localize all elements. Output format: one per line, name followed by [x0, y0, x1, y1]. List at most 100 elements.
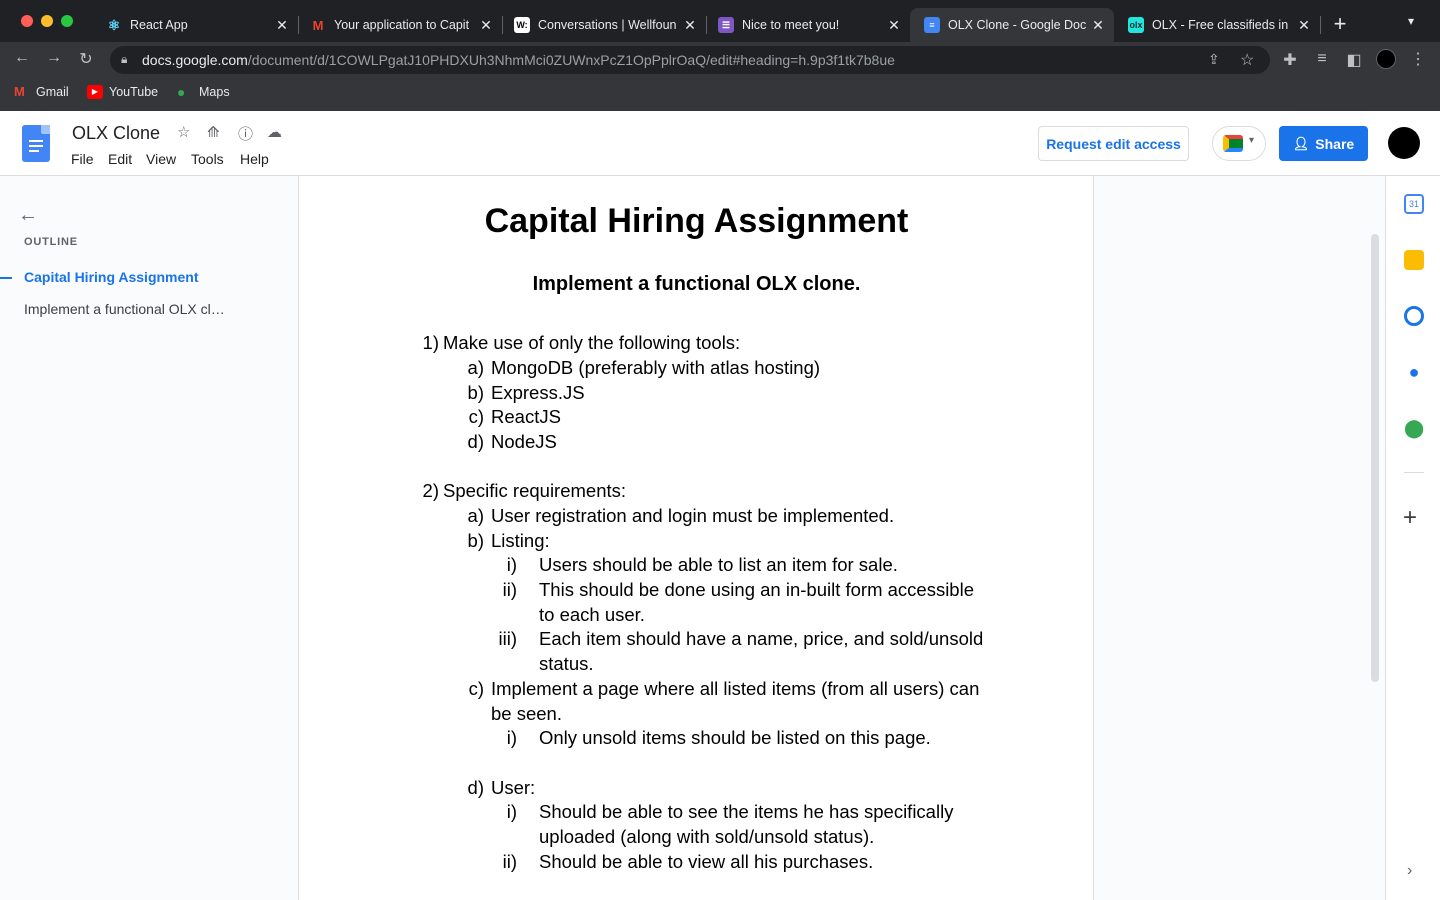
maximize-window-button[interactable] [61, 15, 73, 27]
close-window-button[interactable] [21, 15, 33, 27]
back-arrow-icon[interactable]: ← [18, 204, 38, 227]
cloud-status-icon[interactable]: ☁ [267, 123, 282, 141]
keep-icon[interactable] [1404, 250, 1424, 270]
list-item-text: uploaded (along with sold/unsold status)… [539, 826, 875, 847]
list-marker: 1) [422, 332, 439, 353]
media-control-icon[interactable]: ≡ [1310, 50, 1334, 68]
maps-icon[interactable]: ⬤ [1404, 418, 1424, 438]
document-title[interactable]: OLX Clone [72, 123, 160, 144]
url-text: docs.google.com/document/d/1COWLPgatJ10P… [142, 52, 895, 68]
account-avatar[interactable] [1388, 127, 1420, 159]
list-marker: c) [468, 406, 484, 427]
docs-header: OLX Clone ☆ ⟰ ⓘ ☁ File Edit View Tools H… [0, 111, 1440, 176]
list-item-text: Each item should have a name, price, and… [539, 628, 984, 649]
list-item-text: ReactJS [491, 406, 561, 427]
tab-react-app[interactable]: ⚛ React App ✕ [92, 8, 298, 42]
request-edit-access-button[interactable]: Request edit access [1038, 126, 1189, 161]
list-marker: i) [506, 554, 517, 575]
outline-item-heading-1[interactable]: Capital Hiring Assignment [24, 269, 199, 285]
star-icon[interactable]: ☆ [177, 123, 190, 141]
back-icon[interactable]: ← [10, 49, 34, 67]
document-page[interactable]: Capital Hiring Assignment Implement a fu… [299, 176, 1094, 900]
contacts-icon[interactable]: ● [1404, 362, 1424, 382]
chevron-right-icon[interactable]: › [1407, 862, 1412, 880]
list-marker: a) [467, 357, 484, 378]
bookmark-maps[interactable]: ● Maps [177, 85, 230, 99]
menu-tools[interactable]: Tools [191, 151, 224, 167]
info-icon[interactable]: ⓘ [238, 123, 253, 144]
forward-icon[interactable]: → [42, 49, 66, 67]
menu-edit[interactable]: Edit [108, 151, 132, 167]
list-marker: d) [467, 431, 484, 452]
tab-wellfound[interactable]: W: Conversations | Wellfoun ✕ [500, 8, 706, 42]
bookmark-youtube[interactable]: ▶ YouTube [87, 85, 158, 99]
list-item-text: Only unsold items should be listed on th… [539, 727, 931, 748]
docs-logo-icon[interactable] [22, 125, 50, 162]
list-item-text: Make use of only the following tools: [443, 332, 741, 353]
close-tab-icon[interactable]: ✕ [884, 17, 904, 34]
tab-nice-to-meet-you[interactable]: ☰ Nice to meet you! ✕ [704, 8, 910, 42]
list-item-text: Listing: [491, 530, 550, 551]
tasks-icon[interactable] [1404, 306, 1424, 326]
reload-icon[interactable]: ↻ [74, 49, 98, 69]
menu-help[interactable]: Help [240, 151, 269, 167]
calendar-icon[interactable]: 31 [1404, 194, 1424, 214]
bookmark-star-icon[interactable]: ☆ [1240, 50, 1254, 70]
close-tab-icon[interactable]: ✕ [272, 17, 292, 34]
list-marker: a) [467, 505, 484, 526]
close-tab-icon[interactable]: ✕ [680, 17, 700, 34]
document-canvas: Capital Hiring Assignment Implement a fu… [299, 176, 1385, 900]
list-marker: b) [467, 530, 484, 551]
list-marker: d) [467, 777, 484, 798]
close-tab-icon[interactable]: ✕ [476, 17, 496, 34]
bookmark-gmail[interactable]: M Gmail [14, 84, 69, 100]
outline-active-marker [0, 277, 12, 279]
tab-olx[interactable]: olx OLX - Free classifieds in ✕ [1114, 8, 1320, 42]
share-page-icon[interactable]: ⇪ [1208, 51, 1220, 68]
tab-olx-clone-doc[interactable]: ≡ OLX Clone - Google Doc ✕ [910, 8, 1114, 42]
list-item-text: User registration and login must be impl… [491, 505, 895, 526]
doc-heading-title: Capital Hiring Assignment [484, 202, 909, 240]
gmail-icon: M [14, 84, 25, 99]
meet-button[interactable]: ▾ [1212, 126, 1266, 161]
outline-label: OUTLINE [24, 236, 78, 248]
list-marker: c) [468, 678, 484, 699]
list-marker: ii) [502, 579, 517, 600]
list-item-text: Should be able to see the items he has s… [539, 801, 954, 822]
tab-gmail[interactable]: M Your application to Capit ✕ [296, 8, 502, 42]
menu-file[interactable]: File [71, 151, 94, 167]
list-item-text: MongoDB (preferably with atlas hosting) [491, 357, 821, 378]
menu-view[interactable]: View [146, 151, 176, 167]
close-tab-icon[interactable]: ✕ [1088, 17, 1108, 34]
docs-icon: ≡ [924, 17, 940, 33]
close-tab-icon[interactable]: ✕ [1294, 17, 1314, 34]
side-panel-divider [1404, 472, 1424, 473]
lock-person-icon: 👤︎ [1292, 135, 1310, 151]
minimize-window-button[interactable] [41, 15, 53, 27]
list-item-text: status. [539, 653, 594, 674]
react-icon: ⚛ [107, 16, 121, 33]
youtube-icon: ▶ [87, 85, 103, 99]
outline-item-heading-2[interactable]: Implement a functional OLX cl… [24, 301, 225, 317]
share-button[interactable]: 👤︎ Share [1279, 126, 1368, 161]
profile-avatar[interactable] [1376, 49, 1396, 69]
new-tab-button[interactable]: + [1330, 11, 1350, 37]
tab-search-icon[interactable]: ▾ [1408, 14, 1414, 28]
bookmarks-bar: M Gmail ▶ YouTube ● Maps [0, 78, 1440, 111]
list-item-text: Should be able to view all his purchases… [539, 851, 874, 872]
extensions-icon[interactable]: ✚ [1278, 50, 1302, 70]
list-marker: iii) [498, 628, 518, 649]
chevron-down-icon: ▾ [1249, 135, 1255, 146]
list-marker: i) [506, 801, 517, 822]
get-add-ons-icon[interactable]: + [1403, 504, 1417, 532]
olx-icon: olx [1128, 17, 1144, 33]
address-bar[interactable]: 🔒︎ docs.google.com/document/d/1COWLPgatJ… [110, 46, 1270, 74]
move-to-drive-icon[interactable]: ⟰ [207, 123, 220, 141]
lock-icon: 🔒︎ [121, 52, 128, 66]
side-panel-icon[interactable]: ◧ [1342, 50, 1366, 70]
list-marker: i) [506, 727, 517, 748]
menu-dots-icon[interactable]: ⋮ [1406, 49, 1430, 69]
meet-icon [1223, 135, 1243, 152]
document-scrollbar[interactable] [1371, 234, 1379, 682]
list-item-text: Implement a page where all listed items … [491, 678, 980, 699]
